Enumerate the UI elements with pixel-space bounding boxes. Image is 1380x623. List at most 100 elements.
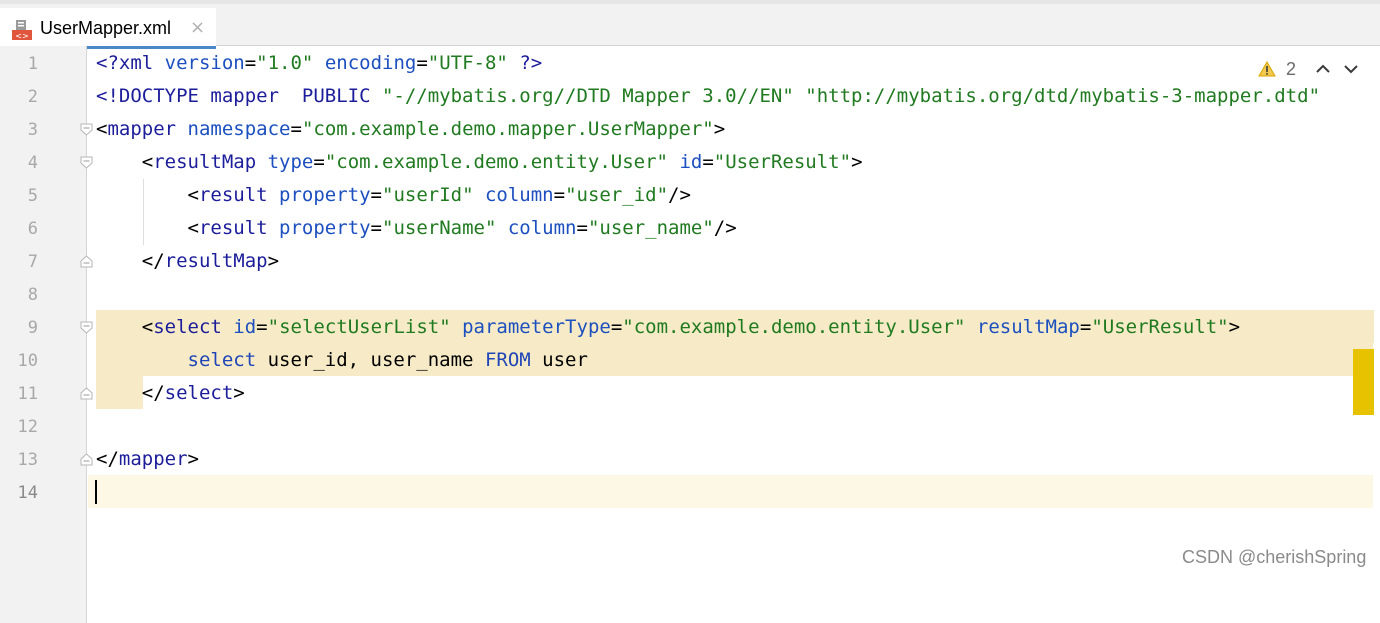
code-token: "userName": [382, 217, 497, 239]
code-token: "UserResult": [1091, 316, 1229, 338]
inspection-widget[interactable]: 2: [1258, 58, 1362, 80]
svg-text:<>: <>: [15, 32, 28, 41]
code-token: id: [679, 151, 703, 173]
watermark: CSDN @cherishSpring: [1182, 547, 1367, 567]
code-token: "UserResult": [713, 151, 852, 173]
chevron-up-icon[interactable]: [1312, 58, 1334, 80]
line-number: 14: [17, 483, 38, 503]
editor-tab-bar: <> UserMapper.xml ×: [0, 0, 1380, 49]
close-icon[interactable]: ×: [190, 17, 205, 38]
line-number: 5: [27, 186, 38, 206]
code-token: >: [713, 118, 726, 140]
code-line[interactable]: <!DOCTYPE mapper PUBLIC "-//mybatis.org/…: [96, 80, 1320, 113]
code-line[interactable]: <select id="selectUserList" parameterTyp…: [96, 311, 1240, 344]
tab-title: UserMapper.xml: [40, 18, 172, 38]
code-token: "user_name": [587, 217, 714, 239]
code-token: =: [290, 118, 302, 140]
code-editor[interactable]: <?xml version="1.0" encoding="UTF-8" ?> <…: [0, 46, 1380, 623]
code-token: "selectUserList": [267, 316, 451, 338]
line-number: 12: [17, 417, 38, 437]
tab-usermapper-xml[interactable]: <> UserMapper.xml ×: [0, 8, 216, 49]
fold-open-icon[interactable]: [80, 321, 93, 334]
code-token: property: [279, 217, 371, 239]
code-token: select: [153, 316, 234, 338]
code-token: column: [507, 217, 577, 239]
line-number: 11: [17, 384, 38, 404]
line-number: 8: [27, 285, 38, 305]
xml-file-icon: <>: [12, 20, 32, 41]
code-token: =: [610, 316, 623, 338]
code-token: resultMap: [164, 250, 268, 272]
code-token: mapper: [118, 448, 188, 470]
code-token: "UTF-8": [427, 52, 508, 74]
code-token: =: [416, 52, 428, 74]
warning-count: 2: [1285, 58, 1296, 79]
code-token: =: [702, 151, 714, 173]
code-token: =: [244, 52, 257, 74]
code-line[interactable]: </select>: [96, 377, 245, 410]
code-token: >: [187, 448, 199, 470]
code-line[interactable]: <result property="userId" column="user_i…: [96, 179, 691, 212]
code-token: column: [484, 184, 554, 206]
line-number: 3: [27, 120, 38, 140]
chevron-down-icon[interactable]: [1340, 58, 1362, 80]
current-line-highlight: [88, 475, 1373, 508]
line-number: 9: [27, 318, 38, 338]
fold-open-icon[interactable]: [80, 156, 93, 169]
code-token: user: [542, 349, 588, 371]
code-token: "com.example.demo.mapper.UserMapper": [301, 118, 714, 140]
code-token: "1.0": [256, 52, 314, 74]
code-token: =: [1079, 316, 1092, 338]
code-line[interactable]: </mapper>: [96, 443, 199, 476]
code-token: select: [187, 349, 268, 371]
fold-close-icon[interactable]: [80, 255, 93, 268]
code-token: namespace: [187, 118, 291, 140]
code-token: </: [96, 250, 165, 272]
code-token: >: [267, 250, 280, 272]
code-token: encoding: [324, 52, 417, 74]
code-line[interactable]: <resultMap type="com.example.demo.entity…: [96, 146, 863, 179]
code-token: >: [1228, 316, 1241, 338]
code-line[interactable]: <?xml version="1.0" encoding="UTF-8" ?>: [96, 47, 542, 80]
fold-open-icon[interactable]: [80, 123, 93, 136]
fold-close-icon[interactable]: [80, 453, 93, 466]
fold-close-icon[interactable]: [80, 387, 93, 400]
code-line[interactable]: <result property="userName" column="user…: [96, 212, 737, 245]
code-token: <: [96, 118, 108, 140]
code-token: resultMap: [153, 151, 268, 173]
code-line[interactable]: select user_id, user_name FROM user: [96, 344, 588, 377]
code-token: >: [851, 151, 863, 173]
code-token: mapper: [107, 118, 188, 140]
code-token: type: [267, 151, 314, 173]
code-token: >: [233, 382, 245, 404]
code-line[interactable]: </resultMap>: [96, 245, 279, 278]
highlight-band-top: [1294, 310, 1374, 343]
line-number: 6: [27, 219, 38, 239]
code-token: <?xml: [96, 52, 165, 74]
code-token: =: [256, 316, 268, 338]
code-token: select: [164, 382, 234, 404]
code-token: =: [370, 217, 382, 239]
code-line[interactable]: <mapper namespace="com.example.demo.mapp…: [96, 113, 725, 146]
line-number: 1: [27, 54, 38, 74]
scrollbar-highlight-marker[interactable]: [1353, 349, 1374, 415]
code-token: version: [164, 52, 245, 74]
warning-icon: [1258, 61, 1276, 77]
code-token: "com.example.demo.entity.User": [622, 316, 966, 338]
code-token: </: [96, 448, 119, 470]
code-token: />: [713, 217, 737, 239]
code-token: "-//mybatis.org//DTD Mapper 3.0//EN": [381, 85, 794, 107]
code-token: "http://mybatis.org/dtd/mybatis-3-mapper…: [805, 85, 1321, 107]
text-caret: [95, 480, 97, 504]
code-token: FROM: [484, 349, 543, 371]
code-token: resultMap: [976, 316, 1080, 338]
line-number: 4: [27, 153, 38, 173]
